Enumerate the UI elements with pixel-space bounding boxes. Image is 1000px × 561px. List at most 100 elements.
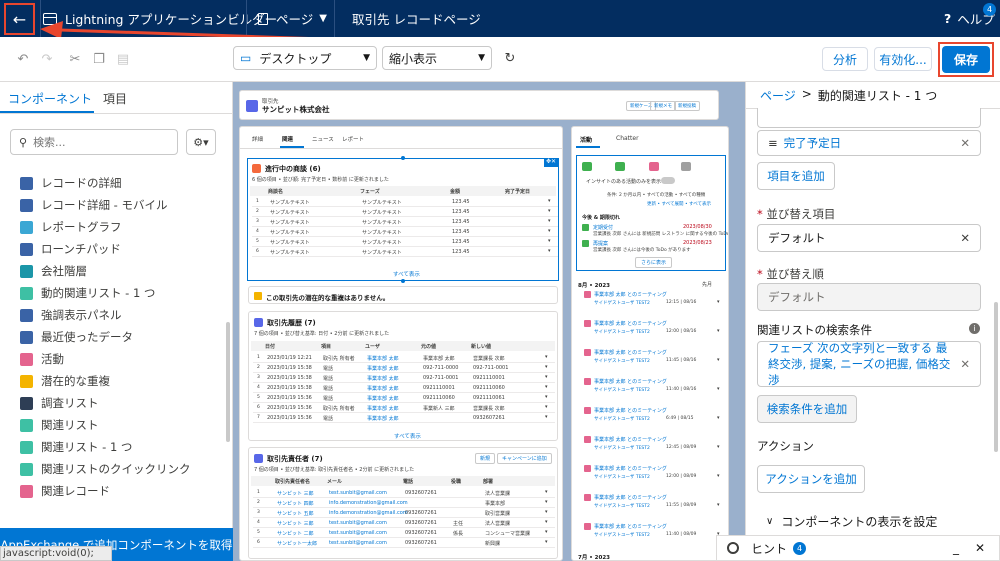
undo-icon[interactable]: ↶	[14, 50, 32, 68]
column-header[interactable]: 日付	[265, 343, 275, 350]
close-icon[interactable]: ✕	[960, 357, 970, 371]
table-row[interactable]: 1 サンピット 三郎 test.sunbit@gmail.com 0932607261…	[253, 488, 555, 498]
clear-icon[interactable]: ✕	[960, 231, 970, 245]
column-header[interactable]: 完了予定日	[505, 188, 530, 195]
scrollbar[interactable]	[994, 302, 998, 452]
paste-icon[interactable]: ▤	[114, 50, 132, 68]
email-icon[interactable]	[582, 162, 592, 171]
move-handle-icon[interactable]: ✥✕	[544, 158, 558, 167]
row-action-icon[interactable]: ▾	[545, 519, 548, 525]
component-item[interactable]: 活動	[20, 351, 64, 367]
component-item[interactable]: 最近使ったデータ	[20, 329, 133, 345]
row-action-icon[interactable]: ▾	[545, 539, 548, 545]
component-item[interactable]: 動的関連リスト - 1 つ	[20, 285, 155, 301]
meeting-title[interactable]: 事業本部 太郎 とのミーティング	[594, 523, 667, 530]
record-tab[interactable]: レポート	[342, 135, 364, 143]
component-item[interactable]: 強調表示パネル	[20, 307, 122, 323]
table-row[interactable]: 6 2023/01/19 15:36 取引先 所有者 事業本部 太郎 事業新人 三郎 営業…	[253, 403, 555, 413]
meeting-subtitle[interactable]: サイドゲストユーザ TEST2	[594, 358, 650, 364]
hint-panel[interactable]: ヒント 4 _ ✕	[716, 535, 1000, 561]
row-action-icon[interactable]: ▾	[545, 489, 548, 495]
activate-button[interactable]: 有効化...	[874, 47, 932, 71]
tab-fields[interactable]: 項目	[103, 90, 127, 107]
analyze-button[interactable]: 分析	[822, 47, 868, 71]
row-action-icon[interactable]: ▾	[545, 394, 548, 400]
column-header[interactable]: 商談名	[268, 188, 283, 195]
component-search[interactable]: ⚲	[10, 129, 178, 155]
table-row[interactable]: 5 2023/01/19 15:36 電話 事業本部 太郎 0921110060 0921…	[253, 393, 555, 403]
table-row[interactable]: 5 サンピット 二郎 test.sunbit@gmail.com 0932607261…	[253, 528, 555, 538]
table-row[interactable]: 2 サンピット 四郎 info.demonstration@gmail.com 事業本…	[253, 498, 555, 508]
meeting-title[interactable]: 事業本部 太郎 とのミーティング	[594, 465, 667, 472]
table-row[interactable]: 4 2023/01/19 15:38 電話 事業本部 太郎 0921110001 0921…	[253, 383, 555, 393]
table-cell[interactable]: info.demonstration@gmail.com	[329, 500, 408, 506]
meeting-title[interactable]: 事業本部 太郎 とのミーティング	[594, 494, 667, 501]
row-action-icon[interactable]: ▾	[548, 228, 551, 234]
component-item[interactable]: 関連リストのクイックリンク	[20, 461, 191, 477]
add-action-button[interactable]: アクションを追加	[757, 465, 865, 493]
header-action-button[interactable]: 新規投稿	[674, 101, 700, 111]
table-row[interactable]: 1 サンプルテキスト サンプルテキスト 123.45 ▾	[252, 197, 558, 207]
history-card[interactable]: 取引先履歴 (7) 7 個の項目 • 並び替え基準: 日付 • 2分前 に更新さ…	[248, 311, 558, 441]
close-icon[interactable]: ✕	[960, 136, 970, 150]
info-icon[interactable]: i	[969, 323, 980, 334]
row-action-icon[interactable]: ▾	[548, 208, 551, 214]
table-cell[interactable]: サンピット 二郎	[277, 530, 314, 537]
filter-item[interactable]: フェーズ 次の文字列と一致する 最終交渉, 提案, ニーズの把握, 価格交渉 ✕	[757, 341, 981, 387]
column-header[interactable]: 取引先責任者名	[275, 478, 310, 485]
column-header[interactable]: 役職	[451, 478, 461, 485]
table-cell[interactable]: サンピット 三郎	[277, 490, 314, 497]
table-cell[interactable]: info.demonstration@gmail.com	[329, 510, 408, 516]
table-row[interactable]: 3 2023/01/19 15:38 電話 事業本部 太郎 092-711-0001 09…	[253, 373, 555, 383]
cut-icon[interactable]: ✂	[66, 50, 84, 68]
row-action-icon[interactable]: ▾	[545, 364, 548, 370]
table-row[interactable]: 4 サンピット 三郎 test.sunbit@gmail.com 0932607261…	[253, 518, 555, 528]
row-action-icon[interactable]: ▾	[548, 198, 551, 204]
resize-handle[interactable]	[401, 279, 405, 283]
meeting-title[interactable]: 事業本部 太郎 とのミーティング	[594, 291, 667, 298]
column-header[interactable]: 金額	[450, 188, 460, 195]
record-tab[interactable]: ニュース	[312, 135, 334, 143]
table-row[interactable]: 5 サンプルテキスト サンプルテキスト 123.45 ▾	[252, 237, 558, 247]
table-cell[interactable]: サンピット 三郎	[277, 520, 314, 527]
table-row[interactable]: 1 2023/01/19 12:21 取引先 所有者 事業本部 太郎 事業本部 太郎 営業…	[253, 353, 555, 363]
row-action-icon[interactable]: ▾	[545, 499, 548, 505]
row-action-icon[interactable]: ▾	[545, 354, 548, 360]
table-cell[interactable]: 事業本部 太郎	[367, 405, 399, 412]
column-header[interactable]: 部署	[483, 478, 493, 485]
device-select[interactable]: ▭ デスクトップ ▼	[233, 46, 377, 70]
meeting-subtitle[interactable]: サイドゲストユーザ TEST2	[594, 416, 650, 422]
table-row[interactable]: 3 サンプルテキスト サンプルテキスト 123.45 ▾	[252, 217, 558, 227]
meeting-title[interactable]: 事業本部 太郎 とのミーティング	[594, 320, 667, 327]
save-button[interactable]: 保存	[942, 46, 990, 73]
row-action-icon[interactable]: ▾	[717, 328, 720, 334]
page-menu[interactable]: ページ ▼	[258, 0, 327, 37]
meeting-subtitle[interactable]: サイドゲストユーザ TEST2	[594, 445, 650, 451]
record-header[interactable]: 取引先 サンピット株式会社 新規ケース 新規メモ 新規投稿	[239, 90, 719, 120]
row-action-icon[interactable]: ▾	[717, 386, 720, 392]
row-action-icon[interactable]: ▾	[717, 502, 720, 508]
row-action-icon[interactable]: ▾	[545, 529, 548, 535]
row-action-icon[interactable]: ▾	[545, 384, 548, 390]
copy-icon[interactable]: ❐	[90, 50, 108, 68]
component-item[interactable]: 関連リスト - 1 つ	[20, 439, 132, 455]
meeting-title[interactable]: 事業本部 太郎 とのミーティング	[594, 436, 667, 443]
field-slot-partial[interactable]	[757, 108, 981, 128]
component-item[interactable]: ローンチパッド	[20, 241, 121, 257]
settings-gear-icon[interactable]: ⚙▾	[186, 129, 216, 155]
visibility-section[interactable]: ∨ コンポーネントの表示を設定	[766, 513, 937, 530]
record-tab[interactable]: 関連	[282, 135, 293, 143]
header-action-button[interactable]: 新規メモ	[650, 101, 676, 111]
dynamic-related-list[interactable]: 進行中の商談 (6) 6 個の項目 • 並び順: 完了予定日 • 数秒前 に更新…	[247, 158, 559, 281]
column-header[interactable]: メール	[327, 478, 342, 485]
component-item[interactable]: 関連レコード	[20, 483, 110, 499]
row-action-icon[interactable]: ▾	[545, 509, 548, 515]
component-item[interactable]: 会社階層	[20, 263, 87, 279]
activity-component[interactable]: インサイトのある活動のみを表示 条件: 2 か月以内 • すべての活動 • すべ…	[576, 155, 728, 271]
column-header[interactable]: フェーズ	[360, 188, 380, 195]
minimize-icon[interactable]: _	[953, 541, 959, 555]
table-cell[interactable]: 事業本部 太郎	[367, 385, 399, 392]
row-action-icon[interactable]: ▾	[717, 415, 720, 421]
row-action-icon[interactable]: ▾	[717, 299, 720, 305]
table-row[interactable]: 2 2023/01/19 15:38 電話 事業本部 太郎 092-711-0000 09…	[253, 363, 555, 373]
